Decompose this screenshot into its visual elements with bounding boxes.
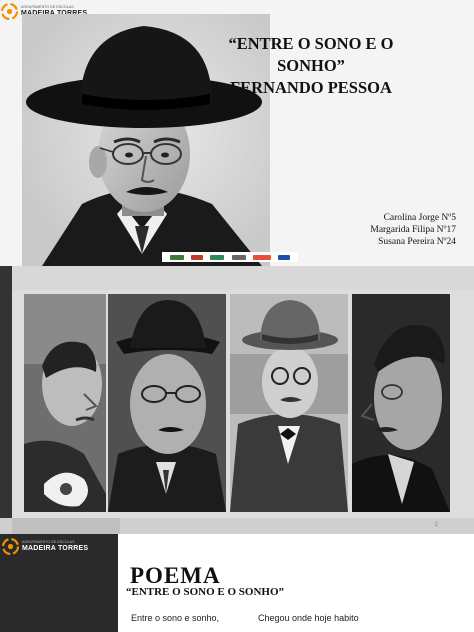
author-3: Susana Pereira Nº24: [378, 237, 456, 247]
school-emblem-icon: [2, 538, 19, 555]
sponsor-logo-icon: [231, 254, 246, 260]
poem-slide: AGRUPAMENTO DE ESCOLAS MADEIRA TORRES PO…: [0, 534, 474, 632]
funding-logos-bar: [162, 252, 298, 262]
portrait-glasses-man-photo: [108, 294, 226, 512]
page-number: 2: [434, 522, 438, 528]
title-slide: AGRUPAMENTO DE ESCOLAS MADEIRA TORRES “E…: [0, 0, 474, 266]
title-line-1: “ENTRE O SONO E O SONHO”: [228, 34, 394, 76]
title-line-2: FERNANDO PESSOA: [230, 78, 392, 98]
poem-title: “ENTRE O SONO E O SONHO”: [126, 586, 285, 598]
poem-line: Chegou onde hoje habito: [258, 613, 359, 623]
author-2: Margarida Filipa Nº17: [370, 225, 456, 235]
eu-flag-icon: [278, 254, 291, 260]
authors-list: Carolina Jorge Nº5 Margarida Filipa Nº17…: [370, 212, 456, 248]
photos-slide: 2: [0, 266, 474, 534]
school-emblem-icon: [1, 3, 18, 20]
slide-top-bar: [0, 266, 474, 290]
slide-bottom-accent: [12, 518, 120, 534]
poem-line: Entre o sono e sonho,: [131, 613, 220, 623]
portrait-profile-man-photo: [352, 294, 450, 512]
sponsor-logo-icon: [169, 254, 184, 260]
poem-column-2: Chegou onde hoje habito: [258, 611, 359, 625]
slide-left-bar: [0, 266, 12, 534]
poem-column-1: Entre o sono e sonho,: [131, 611, 219, 625]
logo-name: MADEIRA TORRES: [22, 544, 89, 552]
portugal-2020-logo-icon: [252, 254, 271, 260]
school-logo: AGRUPAMENTO DE ESCOLAS MADEIRA TORRES: [2, 538, 88, 555]
sponsor-logo-icon: [210, 254, 225, 260]
presentation-title: “ENTRE O SONO E O SONHO” FERNANDO PESSOA: [196, 33, 426, 99]
sponsor-logo-icon: [190, 254, 203, 260]
portrait-hat-man-photo: [230, 294, 348, 512]
portrait-young-man-photo: [24, 294, 106, 512]
author-1: Carolina Jorge Nº5: [383, 213, 456, 223]
